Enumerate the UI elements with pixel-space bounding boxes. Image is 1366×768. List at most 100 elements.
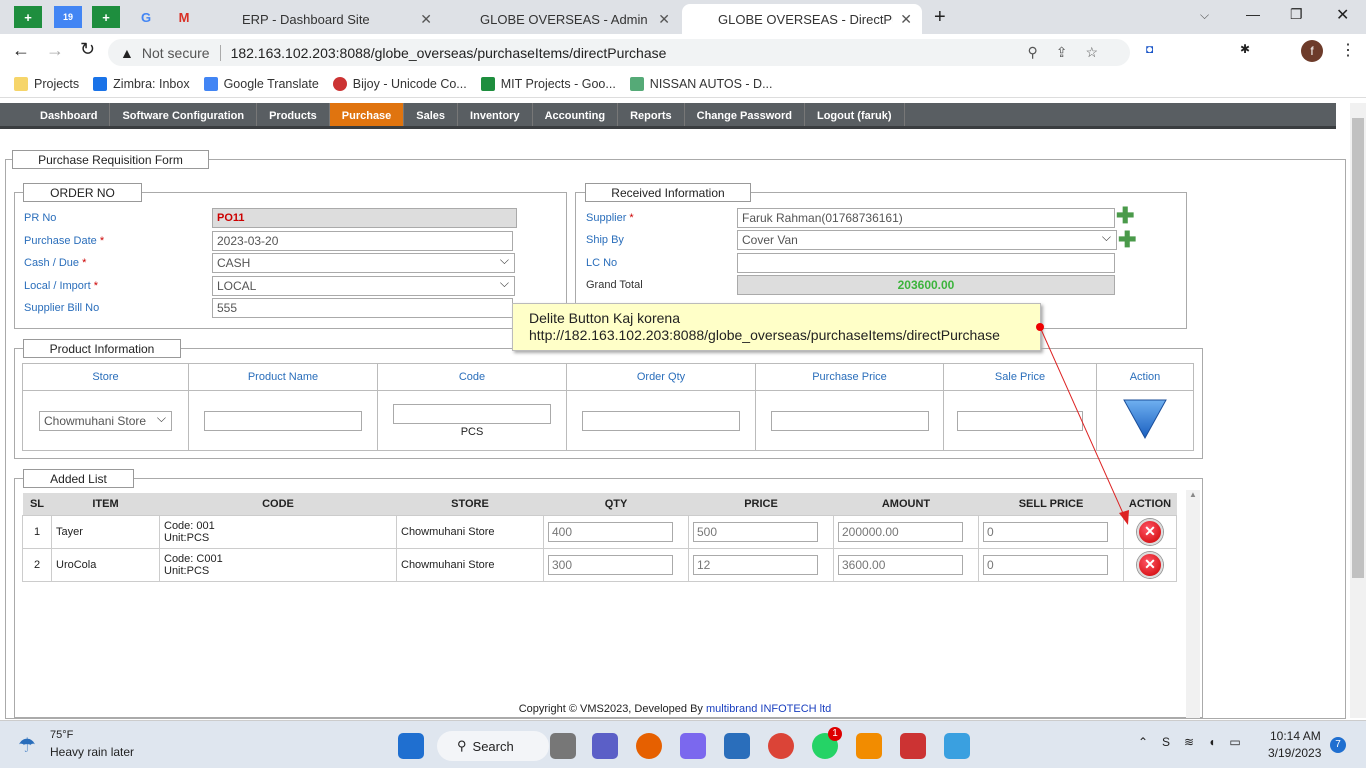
order-qty-input[interactable] <box>582 410 740 431</box>
header-code: CODE <box>159 493 397 515</box>
nav-reports[interactable]: Reports <box>618 103 685 126</box>
app-icon[interactable] <box>900 733 926 759</box>
nav-software-configuration[interactable]: Software Configuration <box>110 103 258 126</box>
new-tab-button[interactable]: + <box>934 6 946 29</box>
cash-due-select[interactable]: CASH <box>212 252 515 273</box>
forward-icon[interactable]: → <box>46 40 64 61</box>
notepad-icon[interactable] <box>944 733 970 759</box>
list-scrollbar[interactable]: ▲ <box>1186 490 1200 718</box>
reload-icon[interactable]: ↻ <box>80 39 95 60</box>
vlc-icon[interactable] <box>856 733 882 759</box>
annotation-url: http://182.163.102.203:8088/globe_overse… <box>529 327 1000 343</box>
tab-title: GLOBE OVERSEAS - DirectPurcha <box>718 11 893 27</box>
bookmark-label: Projects <box>34 76 80 91</box>
purchase-date-field[interactable]: 2023-03-20 <box>212 231 513 251</box>
nav-change-password[interactable]: Change Password <box>685 103 805 126</box>
nav-logout[interactable]: Logout (faruk) <box>805 103 905 126</box>
bookmark-nissan[interactable]: NISSAN AUTOS - D... <box>629 76 773 91</box>
s-app-icon[interactable] <box>724 733 750 759</box>
header-store: STORE <box>396 493 544 515</box>
system-tray-icons[interactable]: ⌃S≋◖▭ <box>1138 735 1255 749</box>
developer-link[interactable]: multibrand INFOTECH ltd <box>706 703 831 715</box>
chrome-icon[interactable] <box>768 733 794 759</box>
close-icon[interactable]: ✕ <box>420 11 432 28</box>
page-scrollbar[interactable] <box>1350 103 1366 718</box>
nav-products[interactable]: Products <box>257 103 330 126</box>
annotation-text: Delite Button Kaj korena <box>529 310 680 326</box>
price-input[interactable]: 12 <box>693 554 818 575</box>
firefox-icon[interactable] <box>636 733 662 759</box>
notification-badge[interactable]: 7 <box>1330 737 1346 753</box>
clickup-icon[interactable] <box>680 733 706 759</box>
gmail-icon[interactable]: M <box>170 6 198 28</box>
back-icon[interactable]: ← <box>12 40 30 61</box>
nav-accounting[interactable]: Accounting <box>533 103 619 126</box>
extensions-icon[interactable]: ✱ <box>1240 42 1250 56</box>
ship-by-select[interactable]: Cover Van <box>737 229 1117 250</box>
pr-no-field[interactable]: PO11 <box>212 208 517 228</box>
add-supplier-icon[interactable]: ✚ <box>1116 205 1134 227</box>
tab-admin[interactable]: GLOBE OVERSEAS - Admin Suppl ✕ <box>444 4 680 34</box>
meet-icon[interactable] <box>592 733 618 759</box>
bookmark-mit[interactable]: MIT Projects - Goo... <box>480 76 616 91</box>
header-order-qty: Order Qty <box>566 363 756 391</box>
search-button[interactable]: ⚲ Search <box>437 731 549 761</box>
nav-dashboard[interactable]: Dashboard <box>28 103 111 126</box>
menu-icon[interactable]: ⋮ <box>1340 40 1356 60</box>
zimbra-icon <box>93 76 108 91</box>
bookmark-bijoy[interactable]: Bijoy - Unicode Co... <box>332 76 467 91</box>
tab-search-icon[interactable]: ⌵ <box>1200 8 1209 23</box>
start-icon[interactable] <box>398 733 424 759</box>
close-window-button[interactable]: ✕ <box>1336 5 1349 25</box>
local-import-select[interactable]: LOCAL <box>212 275 515 296</box>
bitwarden-icon[interactable]: ◘ <box>1146 42 1153 56</box>
header-item: ITEM <box>51 493 160 515</box>
clock-date[interactable]: 3/19/2023 <box>1268 746 1321 760</box>
sheets-icon <box>480 76 495 91</box>
code-input[interactable] <box>393 403 551 424</box>
header-code: Code <box>377 363 567 391</box>
header-sl: SL <box>22 493 52 515</box>
delete-icon[interactable]: ✕ <box>1137 518 1163 545</box>
row-store: Chowmuhani Store <box>396 514 544 549</box>
page-actions-icons[interactable]: ⚲⇪☆ <box>1027 44 1116 61</box>
bookmark-projects[interactable]: Projects <box>14 76 80 91</box>
close-icon[interactable]: ✕ <box>900 11 912 28</box>
calendar-icon[interactable]: 19 <box>54 6 82 28</box>
supplier-field[interactable]: Faruk Rahman(01768736161) <box>737 208 1115 228</box>
close-icon[interactable]: ✕ <box>658 11 670 28</box>
search-label: Search <box>472 738 514 754</box>
supplier-bill-field[interactable]: 555 <box>212 298 513 318</box>
annotation-callout: Delite Button Kaj korena http://182.163.… <box>512 303 1041 351</box>
amount-input[interactable]: 3600.00 <box>838 554 963 575</box>
store-select[interactable]: Chowmuhani Store <box>39 410 172 431</box>
google-icon[interactable]: G <box>132 6 160 28</box>
nav-purchase[interactable]: Purchase <box>329 103 405 126</box>
nav-inventory[interactable]: Inventory <box>458 103 533 126</box>
tab-direct-purchase[interactable]: GLOBE OVERSEAS - DirectPurcha ✕ <box>682 4 922 34</box>
nav-sales[interactable]: Sales <box>404 103 459 126</box>
sell-price-input[interactable]: 0 <box>983 554 1108 575</box>
task-view-icon[interactable] <box>550 733 576 759</box>
avatar[interactable]: f <box>1301 40 1323 62</box>
sheets-icon[interactable]: + <box>14 6 42 28</box>
qty-input[interactable]: 300 <box>548 554 673 575</box>
weather-icon: ☂ <box>18 735 36 757</box>
delete-icon[interactable]: ✕ <box>1137 551 1163 578</box>
purchase-price-input[interactable] <box>770 410 929 431</box>
search-icon: ⚲ <box>457 738 467 753</box>
price-input[interactable]: 500 <box>693 521 818 542</box>
address-bar[interactable]: ▲ Not secure 182.163.102.203:8088/globe_… <box>108 39 1130 66</box>
lc-no-field[interactable] <box>737 253 1115 273</box>
add-ship-icon[interactable]: ✚ <box>1118 229 1136 251</box>
product-name-input[interactable] <box>204 410 362 431</box>
bookmark-zimbra[interactable]: Zimbra: Inbox <box>93 76 190 91</box>
minimize-button[interactable]: — <box>1246 6 1260 22</box>
tab-erp[interactable]: ERP - Dashboard Site ✕ <box>206 4 442 34</box>
sheets-icon[interactable]: + <box>92 6 120 28</box>
clock-time[interactable]: 10:14 AM <box>1270 729 1321 743</box>
qty-input[interactable]: 400 <box>548 521 673 542</box>
amount-input[interactable]: 200000.00 <box>838 521 963 542</box>
restore-button[interactable]: ❐ <box>1290 6 1303 23</box>
bookmark-translate[interactable]: Google Translate <box>203 76 319 91</box>
